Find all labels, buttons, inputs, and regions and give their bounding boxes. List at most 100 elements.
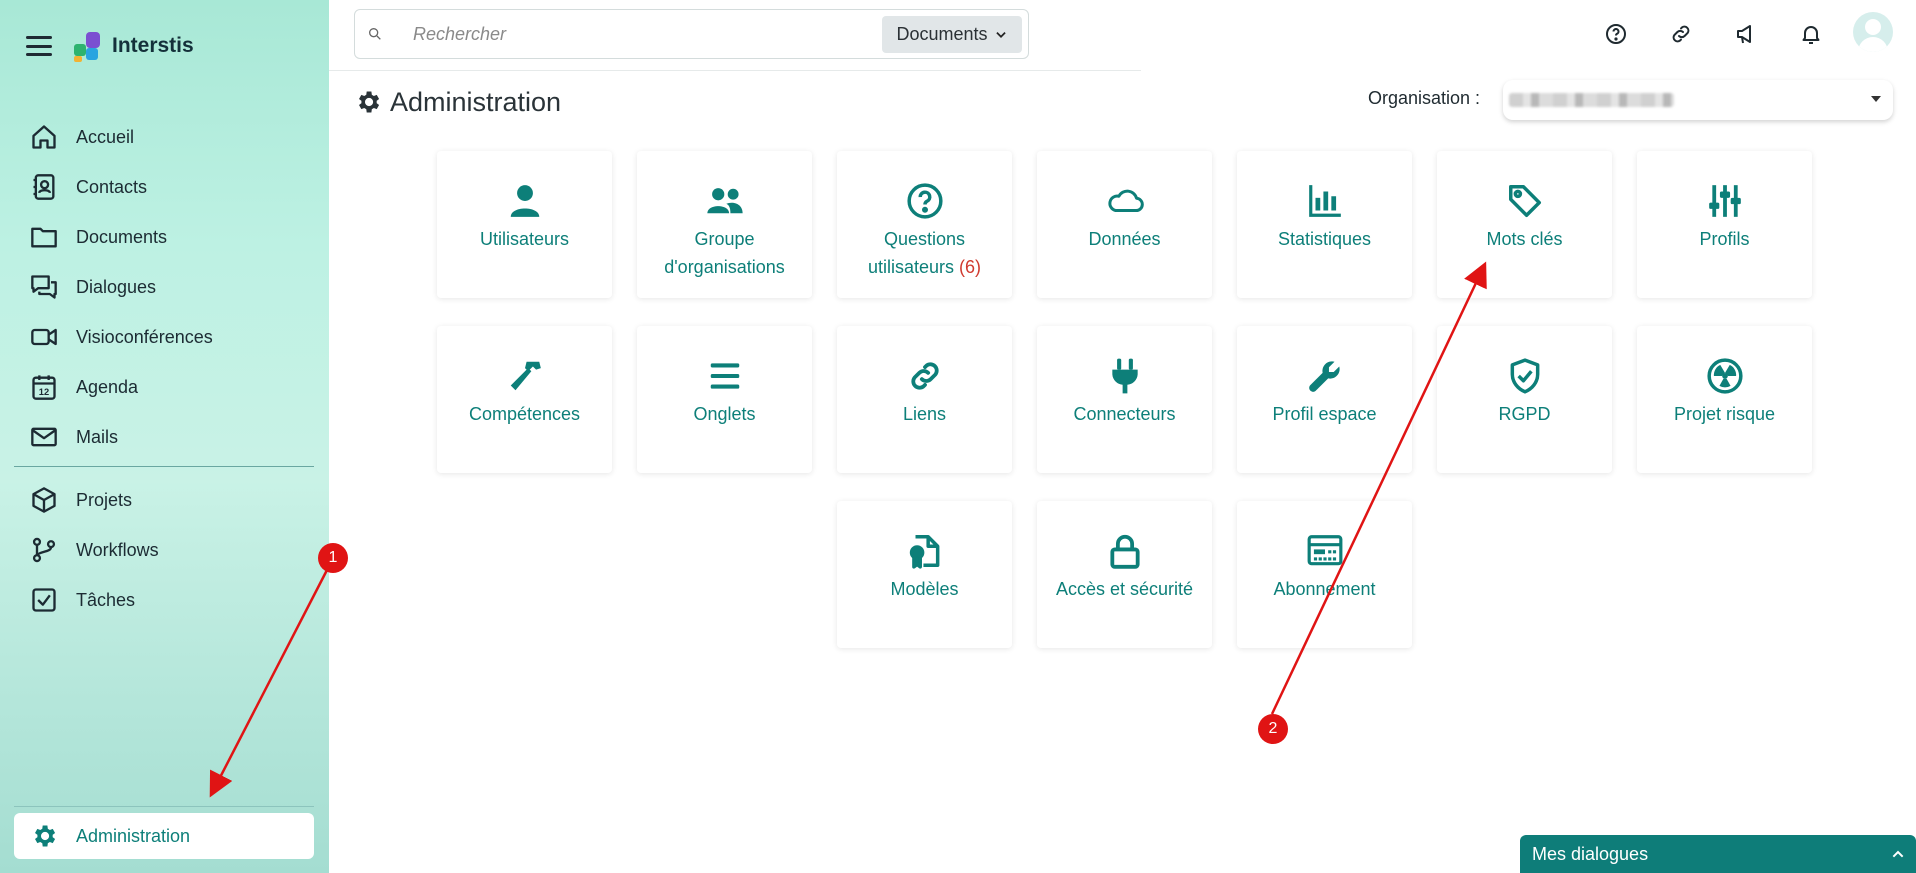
sidebar: Interstis Accueil Contacts Documents Dia… <box>0 0 329 873</box>
card-rgpd[interactable]: RGPD <box>1437 326 1612 473</box>
card-label: Statistiques <box>1277 229 1372 249</box>
gear-icon <box>35 825 56 847</box>
sidebar-item-workflows[interactable]: Workflows <box>14 525 314 575</box>
radiation-icon <box>1706 358 1743 394</box>
sidebar-divider <box>14 806 314 807</box>
sidebar-item-documents[interactable]: Documents <box>14 212 314 262</box>
bell-icon <box>1802 26 1820 44</box>
card-questions-utilisateurs[interactable]: Questions utilisateurs (6) <box>837 151 1012 298</box>
video-icon <box>31 328 57 346</box>
card-mots-cles[interactable]: Mots clés <box>1437 151 1612 298</box>
sidebar-item-accueil[interactable]: Accueil <box>14 112 314 162</box>
wrench-icon <box>1308 361 1340 392</box>
search-input[interactable] <box>413 23 873 45</box>
page-title-text: Administration <box>390 86 562 117</box>
card-modeles[interactable]: Modèles <box>837 501 1012 648</box>
annotation-badge-1: 1 <box>318 543 348 573</box>
announcements-button[interactable] <box>1730 16 1762 52</box>
workflow-icon <box>32 537 56 563</box>
sidebar-nav: Accueil Contacts Documents Dialogues Vis… <box>14 112 314 625</box>
sidebar-item-visioconferences[interactable]: Visioconférences <box>14 312 314 362</box>
mail-icon <box>31 427 57 447</box>
card-groupe-organisations[interactable]: Groupe d'organisations <box>637 151 812 298</box>
annotation-badge-2: 2 <box>1258 714 1288 744</box>
calendar-icon: 12 <box>32 375 56 400</box>
sidebar-item-taches[interactable]: Tâches <box>14 575 314 625</box>
sidebar-item-label: Dialogues <box>76 276 157 297</box>
announce-icon <box>1737 25 1751 44</box>
card-profil-espace[interactable]: Profil espace <box>1237 326 1412 473</box>
lock-icon <box>1109 534 1140 569</box>
card-label: Profil espace <box>1272 404 1377 424</box>
card-competences[interactable]: Compétences <box>437 326 612 473</box>
users-icon <box>706 188 743 214</box>
svg-text:12: 12 <box>39 387 49 397</box>
checkbox-icon <box>32 588 56 612</box>
sliders-icon <box>1708 185 1741 217</box>
sidebar-item-label: Visioconférences <box>76 326 213 347</box>
avatar[interactable] <box>1853 12 1893 52</box>
sidebar-divider <box>14 466 314 467</box>
cloud-icon <box>1107 189 1144 212</box>
organisation-select[interactable] <box>1503 80 1893 120</box>
card-abonnement[interactable]: Abonnement <box>1237 501 1412 648</box>
search-scope-dropdown[interactable]: Documents <box>882 16 1022 53</box>
tag-icon <box>1508 185 1541 217</box>
page-title: Administration <box>354 84 561 120</box>
user-icon <box>510 185 539 217</box>
sidebar-item-label: Documents <box>76 226 168 247</box>
sidebar-item-label: Workflows <box>76 539 159 560</box>
sidebar-item-agenda[interactable]: 12 Agenda <box>14 362 314 412</box>
card-label: Connecteurs <box>1073 404 1176 424</box>
organisation-value-redacted <box>1509 93 1674 107</box>
notifications-button[interactable] <box>1795 16 1827 52</box>
contacts-icon <box>33 174 55 200</box>
card-profils[interactable]: Profils <box>1637 151 1812 298</box>
card-projet-risque[interactable]: Projet risque <box>1637 326 1812 473</box>
link-icon <box>1672 25 1690 43</box>
card-label: Accès et sécurité <box>1055 579 1194 599</box>
search-bar: Documents <box>354 9 1029 59</box>
sidebar-item-label: Contacts <box>76 176 148 197</box>
header-divider <box>329 70 1141 71</box>
card-label: Liens <box>902 404 947 424</box>
sidebar-item-mails[interactable]: Mails <box>14 412 314 462</box>
sidebar-item-contacts[interactable]: Contacts <box>14 162 314 212</box>
sidebar-item-administration[interactable]: Administration <box>14 813 314 859</box>
card-label: Compétences <box>468 404 581 424</box>
links-button[interactable] <box>1665 16 1697 52</box>
sidebar-item-label: Tâches <box>76 589 136 610</box>
card-label: Abonnement <box>1273 579 1376 599</box>
sidebar-item-dialogues[interactable]: Dialogues <box>14 262 314 312</box>
card-liens[interactable]: Liens <box>837 326 1012 473</box>
home-icon <box>32 125 56 149</box>
menu-icon[interactable] <box>26 36 52 56</box>
sidebar-item-label: Mails <box>76 426 119 447</box>
app-name: Interstis <box>112 34 194 57</box>
mes-dialogues-panel[interactable]: Mes dialogues <box>1520 835 1916 873</box>
card-utilisateurs[interactable]: Utilisateurs <box>437 151 612 298</box>
shield-check-icon <box>1510 358 1539 394</box>
mes-dialogues-label: Mes dialogues <box>1532 843 1649 864</box>
card-acces-securite[interactable]: Accès et sécurité <box>1037 501 1212 648</box>
card-onglets[interactable]: Onglets <box>637 326 812 473</box>
search-icon <box>369 27 381 40</box>
chevron-down-icon <box>995 31 1006 38</box>
card-donnees[interactable]: Données <box>1037 151 1212 298</box>
card-statistiques[interactable]: Statistiques <box>1237 151 1412 298</box>
help-button[interactable] <box>1600 16 1632 52</box>
logo-icon <box>72 30 104 62</box>
card-connecteurs[interactable]: Connecteurs <box>1037 326 1212 473</box>
list-icon <box>710 363 739 389</box>
id-card-icon <box>1307 535 1342 566</box>
plug-icon <box>1111 358 1138 394</box>
search-scope-label: Documents <box>896 24 988 44</box>
organisation-label: Organisation : <box>1368 88 1481 108</box>
link-icon <box>910 362 939 390</box>
card-label-text: Questions utilisateurs <box>867 229 966 277</box>
folder-icon <box>31 227 57 248</box>
sidebar-item-label: Accueil <box>76 126 135 147</box>
help-icon <box>1606 24 1626 44</box>
brand: Interstis <box>26 28 194 64</box>
sidebar-item-projets[interactable]: Projets <box>14 475 314 525</box>
